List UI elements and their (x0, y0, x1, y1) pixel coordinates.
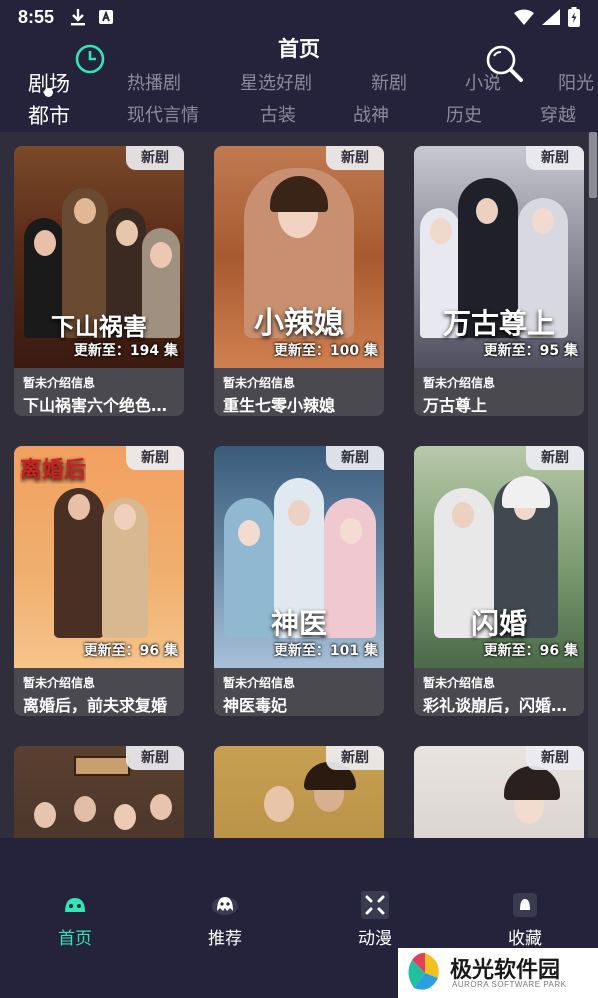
category-tabs-row1: 剧场 热播剧 星选好剧 新剧 小说 阳光 (0, 68, 598, 100)
download-icon (71, 9, 86, 26)
poster-image: 小辣媳 新剧 更新至：100 集 (214, 146, 384, 368)
active-tab-indicator (44, 88, 53, 97)
nav-anime-label: 动漫 (358, 929, 392, 949)
drama-card[interactable]: 新剧 (214, 746, 384, 838)
episode-count: 更新至：101 集 (273, 643, 378, 659)
watermark-logo: 极光软件园 AURORA SOFTWARE PARK (398, 948, 598, 998)
episode-count: 更新至：95 集 (483, 343, 578, 359)
poster-image: 离婚后 新剧 更新至：96 集 (14, 446, 184, 668)
card-title: 万古尊上 (423, 396, 488, 415)
new-badge: 新剧 (326, 746, 384, 770)
nav-recommend[interactable]: 推荐 (150, 838, 300, 958)
new-badge: 新剧 (526, 746, 584, 770)
nav-home-label: 首页 (58, 929, 92, 949)
bookmark-icon (513, 893, 537, 917)
ghost-icon (212, 897, 238, 915)
poster-image: 下山祸害 新剧 更新至：194 集 (14, 146, 184, 368)
app-notification-icon (99, 10, 114, 24)
drama-card[interactable]: 离婚后 新剧 更新至：96 集 暂未介绍信息 离婚后，前夫求复婚 (14, 446, 184, 716)
top-header: 首页 剧场 热播剧 星选好剧 新剧 小说 阳光 都市 现代言情 古装 战神 历史… (0, 34, 598, 132)
card-title: 重生七零小辣媳 (223, 396, 336, 415)
card-description: 暂未介绍信息 (423, 676, 496, 690)
poster-title-text: 下山祸害 (51, 313, 147, 341)
new-badge: 新剧 (526, 146, 584, 170)
tab-novel[interactable]: 小说 (465, 68, 501, 100)
card-title: 下山祸害六个绝色师姐 (23, 396, 179, 415)
nav-favorites[interactable]: 收藏 (450, 838, 598, 958)
tab-urban[interactable]: 都市 (28, 100, 70, 132)
new-badge: 新剧 (126, 146, 184, 170)
poster-title-text: 小辣媳 (254, 306, 344, 341)
card-title: 彩礼谈崩后，闪婚神秘首富 (423, 696, 579, 715)
new-badge: 新剧 (126, 446, 184, 470)
nav-home[interactable]: 首页 (0, 838, 150, 958)
nav-anime[interactable]: 动漫 (300, 838, 450, 958)
new-badge: 新剧 (126, 746, 184, 770)
new-badge: 新剧 (526, 446, 584, 470)
card-title: 离婚后，前夫求复婚 (23, 696, 168, 715)
home-robot-icon (65, 898, 85, 912)
episode-count: 更新至：194 集 (73, 343, 178, 359)
episode-count: 更新至：96 集 (83, 643, 178, 659)
tab-hot[interactable]: 热播剧 (127, 68, 181, 100)
poster-image: 新剧 (414, 746, 584, 838)
status-bar: 8:55 (0, 0, 598, 34)
drama-grid[interactable]: 下山祸害 新剧 更新至：194 集 暂未介绍信息 下山祸害六个绝色师姐 小辣媳 … (0, 132, 598, 838)
card-description: 暂未介绍信息 (223, 676, 296, 690)
drama-card[interactable]: 万古尊上 新剧 更新至：95 集 暂未介绍信息 万古尊上 (414, 146, 584, 416)
tab-history[interactable]: 历史 (446, 100, 482, 132)
poster-title-text: 万古尊上 (442, 307, 555, 340)
aurora-logo-icon (408, 952, 439, 990)
tab-sunshine[interactable]: 阳光 (558, 68, 594, 100)
poster-title-text: 闪婚 (470, 607, 527, 640)
card-description: 暂未介绍信息 (223, 376, 296, 390)
watermark-subtitle: AURORA SOFTWARE PARK (452, 980, 567, 989)
card-description: 暂未介绍信息 (23, 376, 96, 390)
new-badge: 新剧 (326, 446, 384, 470)
drama-card[interactable]: 新剧 (14, 746, 184, 838)
drama-card[interactable]: 下山祸害 新剧 更新至：194 集 暂未介绍信息 下山祸害六个绝色师姐 (14, 146, 184, 416)
drama-card[interactable]: 新剧 (414, 746, 584, 838)
category-tabs-row2: 都市 现代言情 古装 战神 历史 穿越 (0, 100, 598, 132)
card-title: 神医毒妃 (223, 696, 288, 715)
scrollbar-thumb[interactable] (589, 132, 597, 198)
drama-card[interactable]: 小辣媳 新剧 更新至：100 集 暂未介绍信息 重生七零小辣媳 (214, 146, 384, 416)
tab-time-travel[interactable]: 穿越 (540, 100, 576, 132)
episode-count: 更新至：100 集 (273, 343, 378, 359)
status-time: 8:55 (18, 6, 55, 27)
poster-title-text: 神医 (270, 607, 327, 640)
poster-image: 新剧 (214, 746, 384, 838)
poster-image: 新剧 (14, 746, 184, 838)
battery-icon (568, 7, 580, 27)
tab-modern-romance[interactable]: 现代言情 (127, 100, 199, 132)
nav-favorites-label: 收藏 (508, 929, 542, 949)
wifi-icon (514, 9, 534, 25)
tab-selected[interactable]: 星选好剧 (240, 68, 312, 100)
tab-costume[interactable]: 古装 (260, 100, 296, 132)
card-description: 暂未介绍信息 (423, 376, 496, 390)
scrollbar[interactable] (588, 132, 598, 838)
drama-card[interactable]: 闪婚 新剧 更新至：96 集 暂未介绍信息 彩礼谈崩后，闪婚神秘首富 (414, 446, 584, 716)
signal-icon (542, 9, 560, 25)
tab-new[interactable]: 新剧 (371, 68, 407, 100)
tab-war-god[interactable]: 战神 (353, 100, 389, 132)
poster-title-text: 离婚后 (20, 458, 87, 483)
drama-card[interactable]: 神医 新剧 更新至：101 集 暂未介绍信息 神医毒妃 (214, 446, 384, 716)
episode-count: 更新至：96 集 (483, 643, 578, 659)
poster-image: 神医 新剧 更新至：101 集 (214, 446, 384, 668)
poster-image: 闪婚 新剧 更新至：96 集 (414, 446, 584, 668)
card-description: 暂未介绍信息 (23, 676, 96, 690)
new-badge: 新剧 (326, 146, 384, 170)
nav-recommend-label: 推荐 (208, 929, 242, 949)
poster-image: 万古尊上 新剧 更新至：95 集 (414, 146, 584, 368)
grid-icon (361, 891, 389, 919)
